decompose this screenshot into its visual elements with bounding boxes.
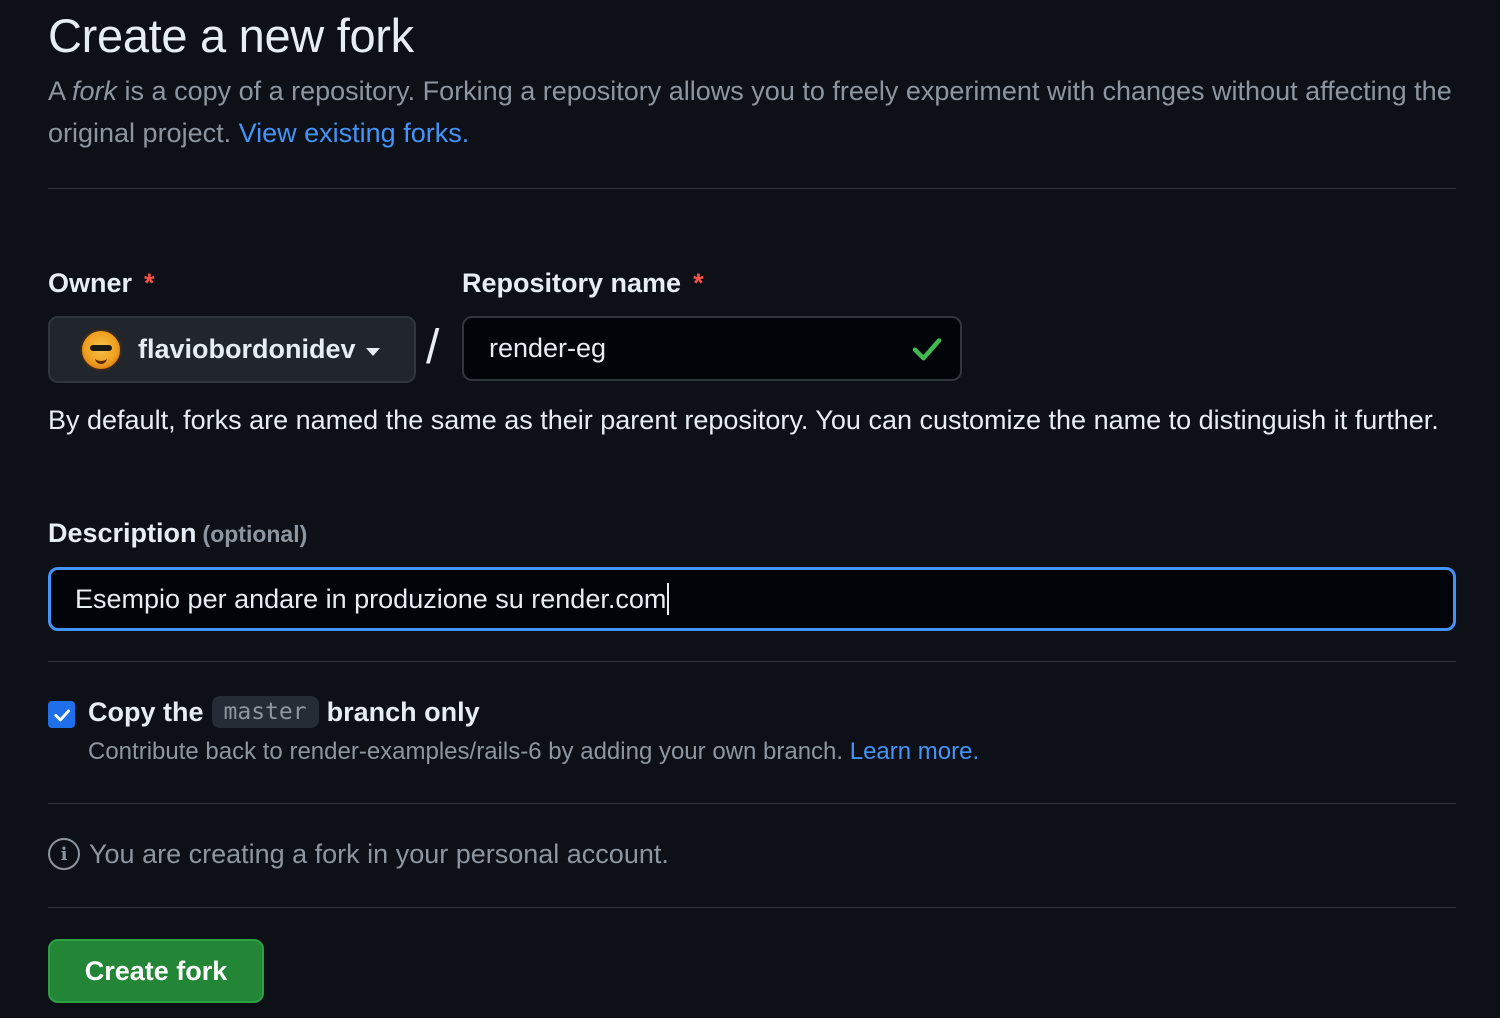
description-value: Esempio per andare in produzione su rend…: [75, 583, 667, 614]
repo-name-label-text: Repository name: [462, 268, 682, 298]
branch-name-code: master: [211, 696, 319, 728]
description-label-text: Description: [48, 518, 197, 548]
text-cursor: [667, 583, 670, 615]
view-existing-forks-link[interactable]: View existing forks.: [239, 118, 470, 148]
divider: [48, 661, 1456, 662]
repository-name-value: render-eg: [489, 333, 607, 363]
copy-branch-label[interactable]: Copy the master branch only: [88, 696, 480, 728]
owner-label-text: Owner: [48, 268, 133, 298]
owner-avatar: [80, 328, 122, 371]
subtitle-pre: A: [48, 76, 73, 106]
description-label: Description (optional): [48, 518, 307, 549]
owner-repo-separator: /: [426, 321, 440, 374]
divider: [48, 803, 1456, 804]
required-mark: *: [693, 268, 704, 298]
owner-label: Owner *: [48, 268, 155, 299]
info-text: You are creating a fork in your personal…: [89, 838, 669, 869]
fork-account-info: i You are creating a fork in your person…: [48, 838, 669, 870]
check-icon: [912, 337, 942, 360]
page-title: Create a new fork: [48, 9, 414, 62]
optional-tag: (optional): [202, 521, 308, 547]
divider: [48, 188, 1456, 189]
repo-name-label: Repository name *: [462, 268, 704, 299]
fork-page: Create a new fork A fork is a copy of a …: [0, 0, 1500, 1018]
copy-branch-note-text: Contribute back to render-examples/rails…: [88, 738, 850, 765]
copy-branch-label-post: branch only: [326, 696, 480, 727]
checkmark-icon: [53, 708, 70, 721]
info-icon: i: [48, 838, 80, 870]
divider: [48, 907, 1456, 908]
owner-name: flaviobordonidev: [138, 334, 356, 364]
repository-name-input[interactable]: render-eg: [462, 316, 962, 381]
create-fork-button[interactable]: Create fork: [48, 939, 264, 1003]
repo-name-help-text: By default, forks are named the same as …: [48, 405, 1439, 435]
page-subtitle: A fork is a copy of a repository. Forkin…: [48, 70, 1458, 154]
subtitle-fork-term: fork: [72, 76, 118, 106]
copy-branch-label-pre: Copy the: [88, 696, 204, 727]
learn-more-link[interactable]: Learn more.: [850, 738, 979, 765]
owner-select-button[interactable]: flaviobordonidev: [48, 316, 416, 383]
required-mark: *: [144, 268, 155, 298]
copy-branch-checkbox[interactable]: [48, 701, 75, 728]
description-input[interactable]: Esempio per andare in produzione su rend…: [48, 567, 1456, 631]
caret-down-icon: [365, 347, 380, 356]
copy-branch-note: Contribute back to render-examples/rails…: [88, 738, 979, 766]
